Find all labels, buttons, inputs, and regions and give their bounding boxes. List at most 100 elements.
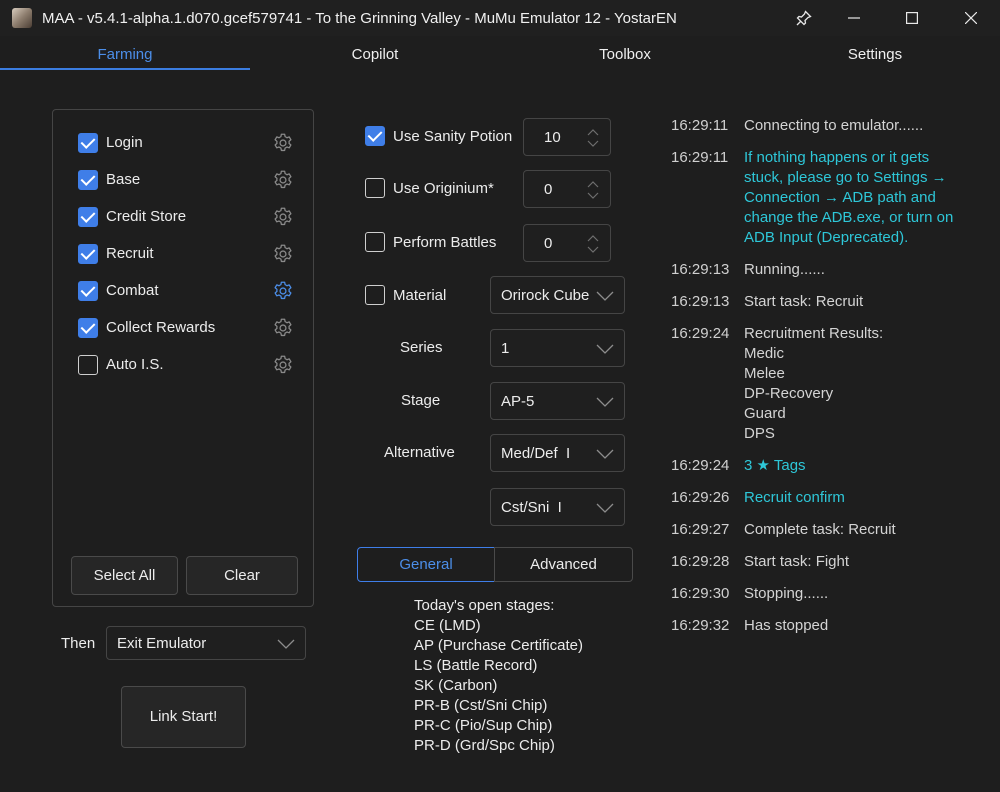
general-tab-button[interactable]: General bbox=[357, 547, 495, 582]
log-time: 16:29:11 bbox=[671, 149, 729, 166]
use-sanity-potion-checkbox[interactable] bbox=[365, 126, 385, 146]
combat-checkbox[interactable] bbox=[78, 281, 98, 301]
alternative-select-2[interactable]: Cst/Sni I bbox=[490, 488, 625, 526]
auto-is-checkbox[interactable] bbox=[78, 355, 98, 375]
task-item-login[interactable]: Login bbox=[78, 131, 298, 155]
chevron-down-icon bbox=[596, 291, 614, 301]
task-list-panel: Login Base Credit Store Recruit Combat C… bbox=[52, 109, 314, 607]
spin-arrows-icon[interactable] bbox=[586, 233, 600, 255]
task-label: Recruit bbox=[106, 245, 154, 262]
log-message: Recruitment Results: Medic Melee DP-Reco… bbox=[744, 325, 884, 442]
credit-store-checkbox[interactable] bbox=[78, 207, 98, 227]
log-message: Connecting to emulator...... bbox=[744, 117, 924, 134]
chevron-down-icon bbox=[596, 344, 614, 354]
link-start-button[interactable]: Link Start! bbox=[121, 686, 246, 748]
log-time: 16:29:11 bbox=[671, 117, 729, 134]
task-label: Collect Rewards bbox=[106, 319, 216, 336]
log-message: Stopping...... bbox=[744, 585, 829, 602]
tab-toolbox[interactable]: Toolbox bbox=[500, 38, 750, 72]
alternative-select[interactable]: Med/Def I bbox=[490, 434, 625, 472]
use-originium-label: Use Originium* bbox=[393, 180, 494, 197]
log-time: 16:29:26 bbox=[671, 489, 730, 506]
battles-value: 0 bbox=[544, 235, 553, 252]
log-message: Start task: Recruit bbox=[744, 293, 864, 310]
clear-button[interactable]: Clear bbox=[186, 556, 298, 595]
log-time: 16:29:13 bbox=[671, 261, 730, 278]
material-select-value: Orirock Cube bbox=[501, 287, 589, 304]
chevron-down-icon bbox=[596, 503, 614, 513]
select-all-button[interactable]: Select All bbox=[71, 556, 178, 595]
chevron-down-icon bbox=[596, 449, 614, 459]
series-select-value: 1 bbox=[501, 340, 510, 357]
then-select-value: Exit Emulator bbox=[117, 635, 207, 652]
gear-icon[interactable] bbox=[272, 132, 294, 154]
list-item: PR-C (Pio/Sup Chip) bbox=[414, 717, 553, 734]
gear-icon[interactable] bbox=[272, 169, 294, 191]
stage-label: Stage bbox=[401, 392, 441, 409]
material-checkbox[interactable] bbox=[365, 285, 385, 305]
originium-value: 0 bbox=[544, 181, 553, 198]
main-tabs: Farming Copilot Toolbox Settings bbox=[0, 38, 1000, 72]
maximize-icon[interactable] bbox=[889, 0, 935, 36]
recruit-checkbox[interactable] bbox=[78, 244, 98, 264]
spin-arrows-icon[interactable] bbox=[586, 127, 600, 149]
material-label: Material bbox=[393, 287, 447, 304]
use-originium-checkbox[interactable] bbox=[365, 178, 385, 198]
task-label: Auto I.S. bbox=[106, 356, 164, 373]
stage-select[interactable]: AP-5 bbox=[490, 382, 625, 420]
then-label: Then bbox=[61, 635, 96, 652]
task-item-credit-store[interactable]: Credit Store bbox=[78, 205, 298, 229]
task-label: Login bbox=[106, 134, 143, 151]
tab-farming[interactable]: Farming bbox=[0, 38, 250, 72]
spin-arrows-icon[interactable] bbox=[586, 179, 600, 201]
task-item-collect-rewards[interactable]: Collect Rewards bbox=[78, 316, 298, 340]
task-label: Base bbox=[106, 171, 141, 188]
base-checkbox[interactable] bbox=[78, 170, 98, 190]
perform-battles-checkbox[interactable] bbox=[365, 232, 385, 252]
minimize-icon[interactable] bbox=[831, 0, 877, 36]
task-item-recruit[interactable]: Recruit bbox=[78, 242, 298, 266]
series-select[interactable]: 1 bbox=[490, 329, 625, 367]
alternative-select-2-value: Cst/Sni I bbox=[501, 499, 562, 516]
list-item: PR-D (Grd/Spc Chip) bbox=[414, 737, 555, 754]
tab-copilot[interactable]: Copilot bbox=[250, 38, 500, 72]
task-item-base[interactable]: Base bbox=[78, 168, 298, 192]
advanced-tab-button[interactable]: Advanced bbox=[494, 547, 633, 582]
gear-icon[interactable] bbox=[272, 354, 294, 376]
gear-icon[interactable] bbox=[272, 280, 294, 302]
task-item-combat[interactable]: Combat bbox=[78, 279, 298, 303]
originium-stepper[interactable]: 0 bbox=[523, 170, 611, 208]
gear-icon[interactable] bbox=[272, 317, 294, 339]
log-message: Start task: Fight bbox=[744, 553, 850, 570]
material-select[interactable]: Orirock Cube bbox=[490, 276, 625, 314]
perform-battles-label: Perform Battles bbox=[393, 234, 497, 251]
list-item: PR-B (Cst/Sni Chip) bbox=[414, 697, 548, 714]
log-time: 16:29:24 bbox=[671, 325, 730, 342]
then-select[interactable]: Exit Emulator bbox=[106, 626, 306, 660]
collect-rewards-checkbox[interactable] bbox=[78, 318, 98, 338]
sanity-potion-stepper[interactable]: 10 bbox=[523, 118, 611, 156]
list-item: CE (LMD) bbox=[414, 617, 481, 634]
tab-settings[interactable]: Settings bbox=[750, 38, 1000, 72]
title-bar: MAA - v5.4.1-alpha.1.d070.gcef579741 - T… bbox=[0, 0, 1000, 36]
window-title: MAA - v5.4.1-alpha.1.d070.gcef579741 - T… bbox=[42, 10, 677, 27]
gear-icon[interactable] bbox=[272, 243, 294, 265]
alternative-label: Alternative bbox=[384, 444, 455, 461]
log-message: 3 ★ Tags bbox=[744, 457, 806, 474]
log-time: 16:29:13 bbox=[671, 293, 730, 310]
open-stages-heading: Today's open stages: bbox=[414, 597, 555, 614]
gear-icon[interactable] bbox=[272, 206, 294, 228]
chevron-down-icon bbox=[596, 397, 614, 407]
list-item: AP (Purchase Certificate) bbox=[414, 637, 583, 654]
log-message: If nothing happens or it gets stuck, ple… bbox=[744, 149, 954, 246]
app-icon bbox=[12, 8, 32, 28]
log-message: Recruit confirm bbox=[744, 489, 845, 506]
battles-stepper[interactable]: 0 bbox=[523, 224, 611, 262]
log-time: 16:29:30 bbox=[671, 585, 730, 602]
task-item-auto-is[interactable]: Auto I.S. bbox=[78, 353, 298, 377]
close-icon[interactable] bbox=[948, 0, 994, 36]
log-time: 16:29:28 bbox=[671, 553, 730, 570]
log-message: Has stopped bbox=[744, 617, 829, 634]
pin-icon[interactable] bbox=[781, 0, 827, 36]
login-checkbox[interactable] bbox=[78, 133, 98, 153]
